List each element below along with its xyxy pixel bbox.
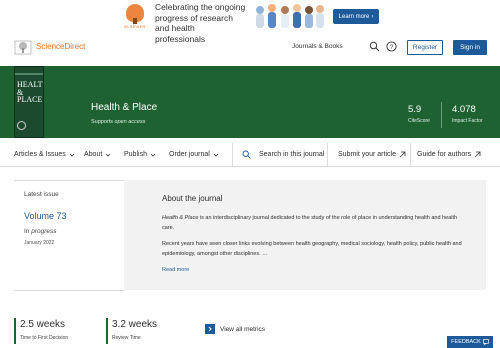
latest-rule-bottom <box>14 290 124 291</box>
chevron-down-icon <box>213 153 219 157</box>
external-arrow-icon <box>474 151 481 158</box>
nav-articles-label: Articles & Issues <box>14 151 66 158</box>
cover-title: HEALTH & PLACE <box>17 80 43 104</box>
cover-badge <box>17 121 26 130</box>
search-icon <box>242 150 251 159</box>
register-button[interactable]: Register <box>407 40 443 55</box>
search-icon[interactable] <box>369 41 380 52</box>
nav-about[interactable]: About <box>84 151 111 158</box>
feedback-label: FEEDBACK <box>451 339 481 345</box>
professionals-illustration <box>256 4 324 28</box>
citescore-value: 5.9 <box>408 104 422 115</box>
metric-accent-bar <box>14 318 16 344</box>
guide-authors-link[interactable]: Guide for authors <box>417 151 481 158</box>
view-all-metrics-link[interactable]: View all metrics <box>205 324 265 334</box>
about-journal-panel: About the journal Health & Place is an i… <box>124 180 486 290</box>
about-paragraph-1: Health & Place is an interdisciplinary j… <box>162 215 458 231</box>
chevron-down-icon <box>69 153 75 157</box>
elsevier-tree-icon[interactable] <box>14 40 32 55</box>
chevron-right-icon: › <box>371 13 374 20</box>
external-arrow-icon <box>399 151 406 158</box>
impact-factor-label: Impact Factor <box>452 118 483 124</box>
chevron-down-icon <box>150 153 156 157</box>
learn-more-button[interactable]: Learn more › <box>333 9 379 24</box>
submit-article-link[interactable]: Submit your article <box>338 151 406 158</box>
view-all-metrics-label: View all metrics <box>220 325 266 333</box>
citescore-label: CiteScore <box>408 118 430 124</box>
citescore-metric[interactable]: 5.9 CiteScore <box>408 104 430 124</box>
latest-issue: Latest issue Volume 73 In progress Janua… <box>24 191 67 246</box>
about-heading: About the journal <box>162 194 223 203</box>
nav-order-journal[interactable]: Order journal <box>169 151 219 158</box>
issue-status: In progress <box>24 228 57 235</box>
review-time-value: 3.2 weeks <box>112 319 158 330</box>
journal-cover[interactable]: HEALTH & PLACE <box>14 66 44 138</box>
issue-date: January 2022 <box>24 240 55 246</box>
journal-nav: Articles & Issues About Publish Order jo… <box>0 143 500 167</box>
submit-article-label: Submit your article <box>338 151 396 158</box>
nav-publish[interactable]: Publish <box>124 151 156 158</box>
cover-strip <box>15 73 43 75</box>
chevron-down-icon <box>106 153 111 157</box>
open-access-note: Supports open access <box>91 119 146 125</box>
learn-more-label: Learn more <box>338 13 370 20</box>
feedback-button[interactable]: FEEDBACK <box>447 336 493 348</box>
latest-issue-label: Latest issue <box>24 191 59 198</box>
journal-search[interactable]: Search in this journal <box>232 143 328 167</box>
review-time-label: Review Time <box>112 335 141 341</box>
first-decision-label: Time to First Decision <box>20 335 69 341</box>
nav-articles-issues[interactable]: Articles & Issues <box>14 151 75 158</box>
ad-banner[interactable]: ELSEVIER Celebrating the ongoing progres… <box>0 0 500 44</box>
first-decision-value: 2.5 weeks <box>20 319 66 330</box>
read-more-link[interactable]: Read more <box>162 267 189 273</box>
volume-link[interactable]: Volume 73 <box>24 211 67 221</box>
sciencedirect-logo[interactable]: ScienceDirect <box>36 42 85 51</box>
svg-text:?: ? <box>390 44 394 51</box>
sign-in-button[interactable]: Sign in <box>453 40 487 55</box>
nav-divider <box>410 143 411 167</box>
nav-about-label: About <box>84 151 103 158</box>
metric-divider <box>441 102 442 128</box>
about-paragraph-2: Recent years have seen closer links evol… <box>162 241 462 257</box>
impact-factor-value: 4.078 <box>452 104 476 115</box>
journal-banner: HEALTH & PLACE Health & Place Supports o… <box>0 66 500 138</box>
journal-search-placeholder: Search in this journal <box>259 151 325 158</box>
latest-rule-top <box>14 180 124 181</box>
journals-books-link[interactable]: Journals & Books <box>292 43 343 50</box>
guide-authors-label: Guide for authors <box>417 151 472 158</box>
impact-factor-metric[interactable]: 4.078 Impact Factor <box>452 104 483 124</box>
chevron-right-icon <box>205 324 215 334</box>
journal-title: Health & Place <box>91 102 158 113</box>
help-icon[interactable]: ? <box>386 41 397 52</box>
nav-publish-label: Publish <box>124 151 147 158</box>
elsevier-wordmark: ELSEVIER <box>124 24 146 29</box>
nav-order-label: Order journal <box>169 151 210 158</box>
metric-accent-bar <box>106 318 108 344</box>
chat-bubble-icon <box>482 339 489 345</box>
elsevier-logo: ELSEVIER <box>124 4 146 30</box>
site-header: ScienceDirect Journals & Books ? Registe… <box>0 36 500 60</box>
